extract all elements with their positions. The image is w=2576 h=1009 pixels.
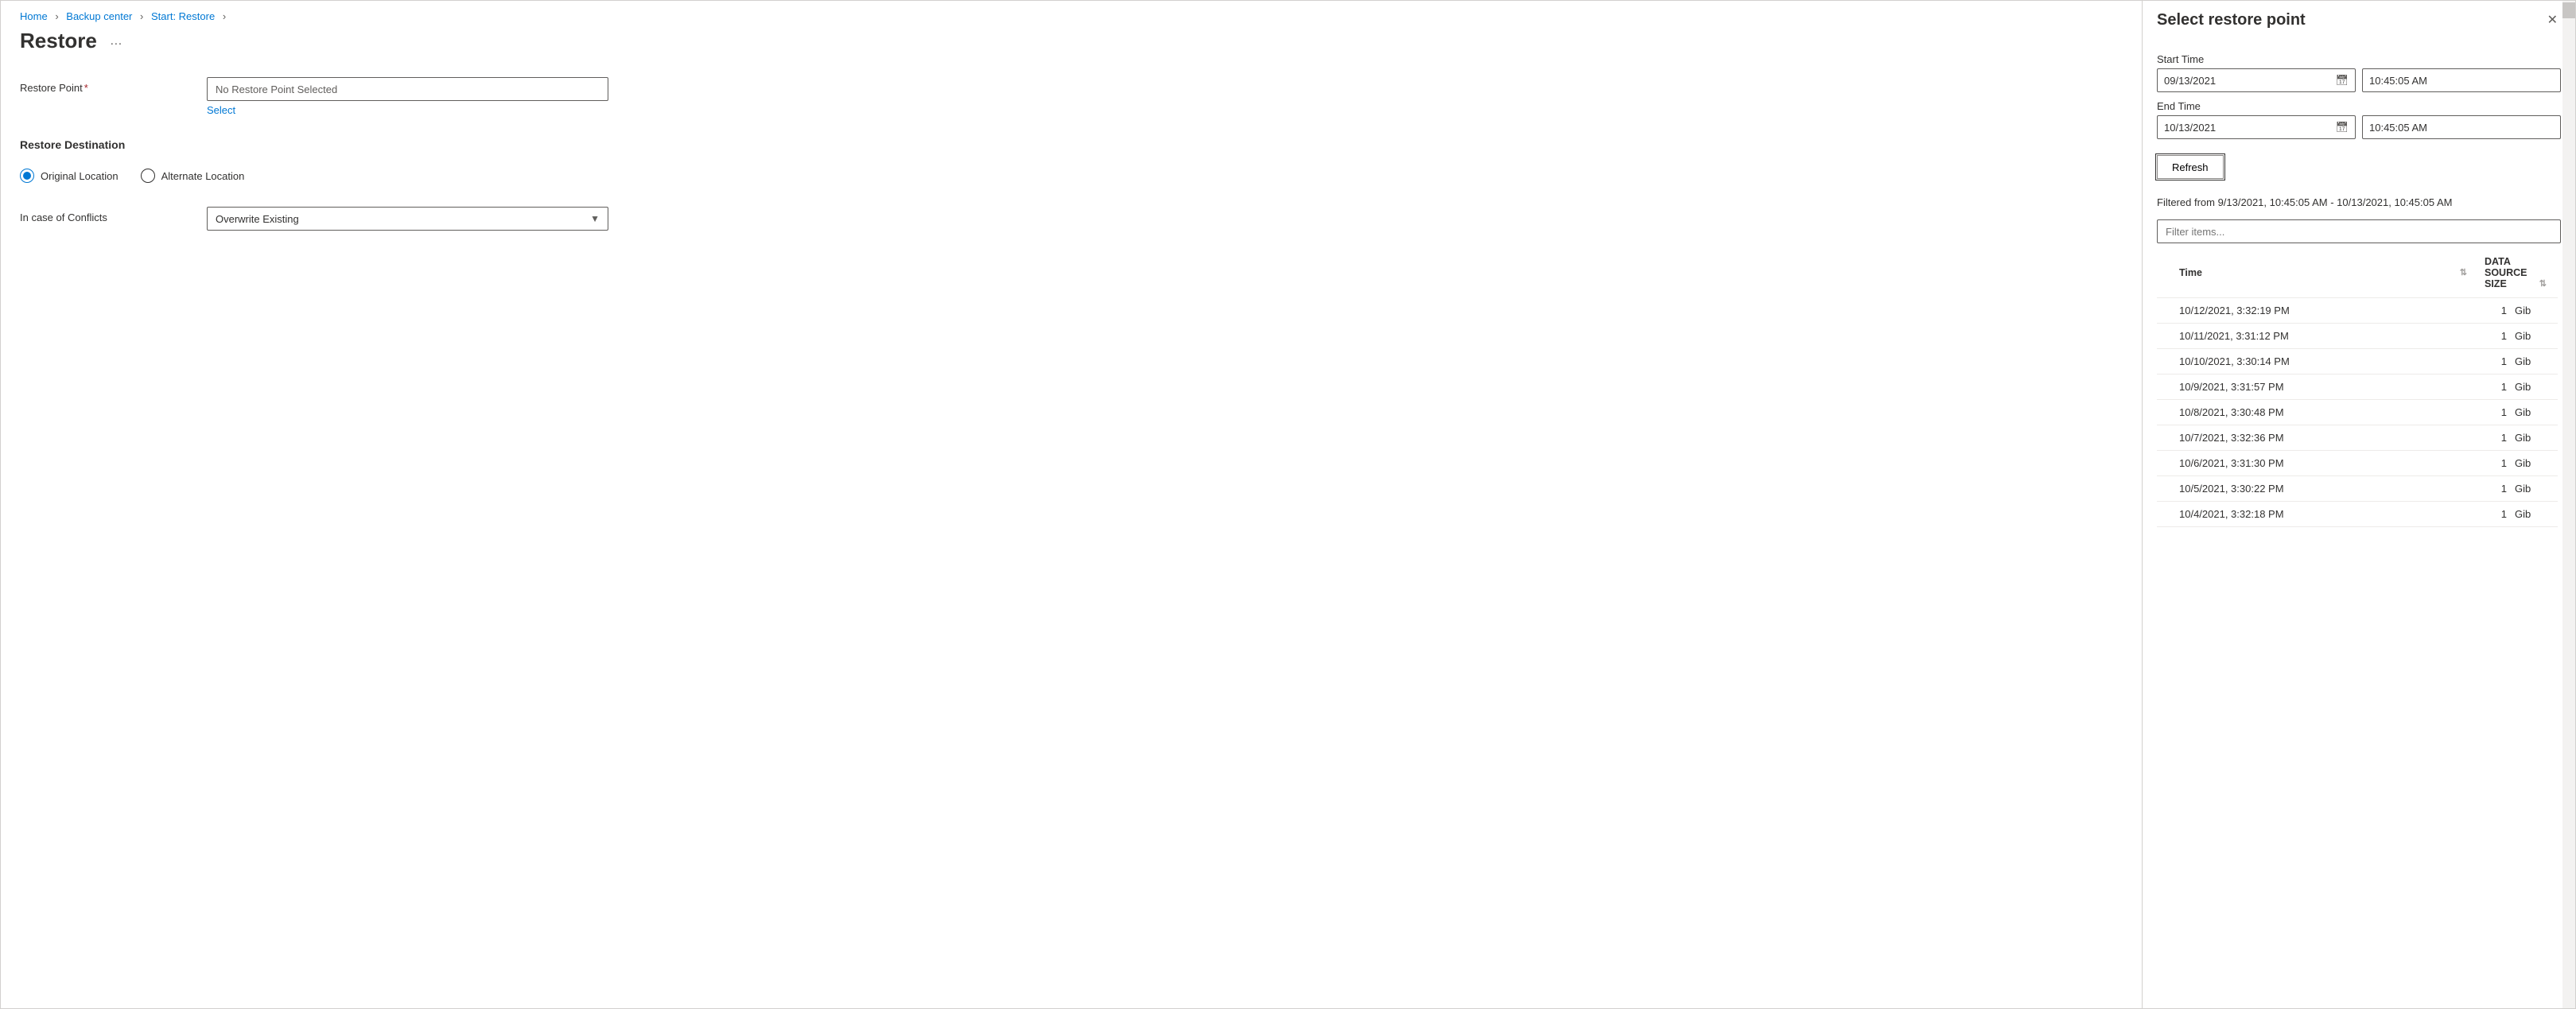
calendar-icon: 📅︎ <box>2335 74 2349 87</box>
start-time-input[interactable]: 10:45:05 AM <box>2362 68 2561 92</box>
cell-size-num: 1 <box>2478 425 2510 451</box>
chevron-right-icon: › <box>223 10 226 22</box>
sort-icon: ⇅ <box>2539 278 2545 289</box>
table-row[interactable]: 10/11/2021, 3:31:12 PM1Gib <box>2157 324 2558 349</box>
cell-size-unit: Gib <box>2510 451 2558 476</box>
end-date-value: 10/13/2021 <box>2164 122 2216 134</box>
panel-title: Select restore point <box>2157 11 2306 29</box>
table-row[interactable]: 10/5/2021, 3:30:22 PM1Gib <box>2157 476 2558 502</box>
column-header-time[interactable]: Time ⇅ <box>2157 248 2478 298</box>
column-header-size[interactable]: DATA SOURCE SIZE ⇅ <box>2478 248 2558 298</box>
cell-size-unit: Gib <box>2510 425 2558 451</box>
breadcrumb-start-restore[interactable]: Start: Restore <box>151 10 215 22</box>
conflicts-selected-value: Overwrite Existing <box>216 213 299 225</box>
cell-time: 10/5/2021, 3:30:22 PM <box>2157 476 2478 502</box>
main-content: Home › Backup center › Start: Restore › … <box>1 1 2142 1008</box>
end-date-input[interactable]: 10/13/2021 📅︎ <box>2157 115 2356 139</box>
required-icon: * <box>84 82 88 94</box>
restore-point-table: Time ⇅ DATA SOURCE SIZE ⇅ 10/12/2021, 3:… <box>2157 248 2558 527</box>
calendar-icon: 📅︎ <box>2335 121 2349 134</box>
chevron-right-icon: › <box>140 10 143 22</box>
end-time-value: 10:45:05 AM <box>2369 122 2427 134</box>
restore-destination-heading: Restore Destination <box>20 138 2123 151</box>
start-date-input[interactable]: 09/13/2021 📅︎ <box>2157 68 2356 92</box>
end-time-input[interactable]: 10:45:05 AM <box>2362 115 2561 139</box>
column-header-time-label: Time <box>2179 267 2202 278</box>
radio-unselected-icon <box>141 169 155 183</box>
chevron-right-icon: › <box>55 10 58 22</box>
sort-icon: ⇅ <box>2460 267 2465 277</box>
table-row[interactable]: 10/12/2021, 3:32:19 PM1Gib <box>2157 298 2558 324</box>
cell-size-num: 1 <box>2478 476 2510 502</box>
cell-time: 10/10/2021, 3:30:14 PM <box>2157 349 2478 374</box>
cell-time: 10/8/2021, 3:30:48 PM <box>2157 400 2478 425</box>
radio-selected-icon <box>20 169 34 183</box>
restore-point-table-scroll[interactable]: Time ⇅ DATA SOURCE SIZE ⇅ 10/12/2021, 3:… <box>2157 248 2561 1008</box>
end-time-label: End Time <box>2157 100 2561 112</box>
radio-alternate-location-label: Alternate Location <box>161 170 245 182</box>
cell-size-unit: Gib <box>2510 349 2558 374</box>
table-row[interactable]: 10/8/2021, 3:30:48 PM1Gib <box>2157 400 2558 425</box>
table-row[interactable]: 10/7/2021, 3:32:36 PM1Gib <box>2157 425 2558 451</box>
cell-size-num: 1 <box>2478 324 2510 349</box>
refresh-button[interactable]: Refresh <box>2157 155 2224 179</box>
page-title: Restore <box>20 29 97 53</box>
column-header-size-label: DATA SOURCE SIZE <box>2485 256 2527 289</box>
cell-size-num: 1 <box>2478 400 2510 425</box>
cell-size-num: 1 <box>2478 451 2510 476</box>
breadcrumb: Home › Backup center › Start: Restore › <box>20 10 2123 22</box>
radio-original-location-label: Original Location <box>41 170 119 182</box>
table-row[interactable]: 10/9/2021, 3:31:57 PM1Gib <box>2157 374 2558 400</box>
cell-size-unit: Gib <box>2510 502 2558 527</box>
cell-size-num: 1 <box>2478 374 2510 400</box>
cell-time: 10/12/2021, 3:32:19 PM <box>2157 298 2478 324</box>
table-row[interactable]: 10/10/2021, 3:30:14 PM1Gib <box>2157 349 2558 374</box>
chevron-down-icon: ▼ <box>590 213 600 224</box>
panel-scrollbar[interactable] <box>2562 1 2575 1008</box>
cell-size-unit: Gib <box>2510 400 2558 425</box>
cell-time: 10/6/2021, 3:31:30 PM <box>2157 451 2478 476</box>
destination-radio-group: Original Location Alternate Location <box>20 169 2123 183</box>
select-restore-point-panel: Select restore point ✕ Start Time 09/13/… <box>2142 1 2575 1008</box>
table-row[interactable]: 10/6/2021, 3:31:30 PM1Gib <box>2157 451 2558 476</box>
cell-time: 10/7/2021, 3:32:36 PM <box>2157 425 2478 451</box>
select-restore-point-link[interactable]: Select <box>207 104 235 116</box>
start-time-value: 10:45:05 AM <box>2369 75 2427 87</box>
breadcrumb-home[interactable]: Home <box>20 10 48 22</box>
cell-size-unit: Gib <box>2510 324 2558 349</box>
cell-time: 10/4/2021, 3:32:18 PM <box>2157 502 2478 527</box>
breadcrumb-backup-center[interactable]: Backup center <box>66 10 132 22</box>
cell-size-num: 1 <box>2478 349 2510 374</box>
cell-time: 10/9/2021, 3:31:57 PM <box>2157 374 2478 400</box>
start-date-value: 09/13/2021 <box>2164 75 2216 87</box>
conflicts-select[interactable]: Overwrite Existing ▼ <box>207 207 608 231</box>
cell-size-unit: Gib <box>2510 298 2558 324</box>
radio-alternate-location[interactable]: Alternate Location <box>141 169 245 183</box>
filter-items-input[interactable] <box>2157 219 2561 243</box>
cell-size-num: 1 <box>2478 298 2510 324</box>
cell-time: 10/11/2021, 3:31:12 PM <box>2157 324 2478 349</box>
radio-original-location[interactable]: Original Location <box>20 169 119 183</box>
restore-point-input[interactable] <box>207 77 608 101</box>
restore-point-label: Restore Point <box>20 82 83 94</box>
start-time-label: Start Time <box>2157 53 2561 65</box>
cell-size-unit: Gib <box>2510 374 2558 400</box>
table-row[interactable]: 10/4/2021, 3:32:18 PM1Gib <box>2157 502 2558 527</box>
more-actions-icon[interactable]: … <box>110 34 122 49</box>
conflicts-label: In case of Conflicts <box>20 212 107 223</box>
filter-summary-text: Filtered from 9/13/2021, 10:45:05 AM - 1… <box>2157 196 2561 208</box>
close-icon[interactable]: ✕ <box>2544 9 2561 31</box>
cell-size-unit: Gib <box>2510 476 2558 502</box>
cell-size-num: 1 <box>2478 502 2510 527</box>
